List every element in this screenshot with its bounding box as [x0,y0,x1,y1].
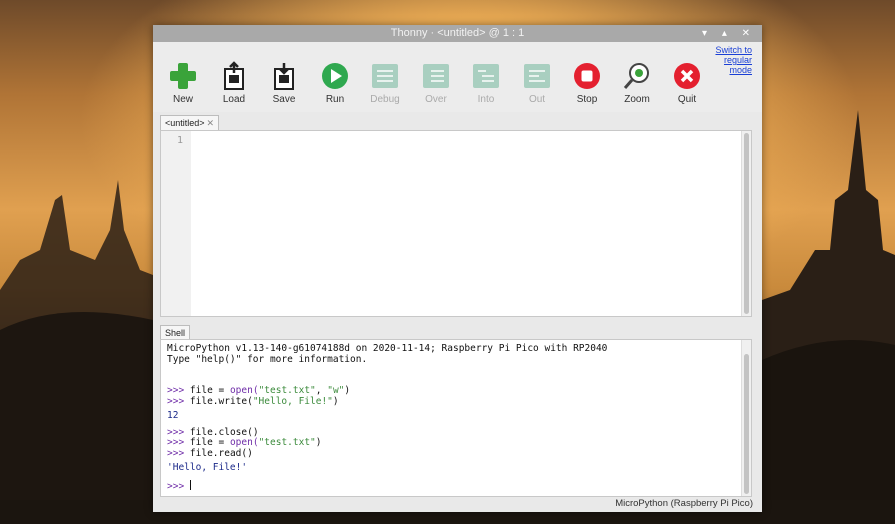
text-cursor [189,479,191,490]
shell-prompt: >>> [167,447,185,459]
load-icon [224,61,244,90]
new-label: New [172,94,193,105]
switch-line-1: Switch to [715,45,752,55]
quit-label: Quit [677,94,697,105]
step-out-button[interactable]: Out [512,47,562,109]
line-number: 1 [176,135,183,146]
editor-tab-bar: <untitled> ✕ [153,112,762,130]
zoom-icon [623,63,649,89]
close-tab-icon[interactable]: ✕ [207,118,215,128]
step-out-icon [524,64,550,88]
editor-scrollbar[interactable] [741,131,751,316]
new-file-icon [170,63,196,89]
debug-button[interactable]: Debug [360,47,410,109]
shell-banner-line: Type "help()" for more information. [167,353,368,365]
shell-console[interactable]: MicroPython v1.13-140-g61074188d on 2020… [160,339,752,497]
shell-command-line: >>> file.read() [167,447,253,459]
run-button[interactable]: Run [310,47,360,109]
step-over-button[interactable]: Over [411,47,461,109]
line-number-gutter: 1 [161,131,191,316]
quit-icon [674,63,700,89]
shell-command-line: >>> file.write("Hello, File!") [167,395,339,407]
step-over-label: Over [425,94,447,105]
run-label: Run [325,94,345,105]
switch-mode-link[interactable]: Switch to regular mode [702,45,752,75]
step-into-label: Into [477,94,495,105]
load-label: Load [222,94,246,105]
shell-prompt: >>> [167,385,185,396]
shell-prompt: >>> [167,480,185,492]
step-out-label: Out [528,94,546,105]
stop-button[interactable]: Stop [562,47,612,109]
title-bar[interactable]: Thonny · <untitled> @ 1 : 1 ▾ ▴ ✕ [153,25,762,42]
shell-prompt: >>> [167,426,185,438]
tab-untitled[interactable]: <untitled> ✕ [160,115,220,130]
shell-banner-line: MicroPython v1.13-140-g61074188d on 2020… [167,343,608,354]
stop-icon [574,63,600,89]
tab-label: <untitled> [165,118,205,128]
status-bar: MicroPython (Raspberry Pi Pico) [153,496,762,512]
zoom-button[interactable]: Zoom [612,47,662,109]
shell-scrollbar[interactable] [741,340,751,496]
step-into-button[interactable]: Into [461,47,511,109]
debug-icon [372,64,398,88]
shell-output-line: 12 [167,410,179,421]
shell-output-line: 'Hello, File!' [167,462,248,473]
save-label: Save [272,94,296,105]
toolbar: New Load Save Run Debug Over Into Out St… [153,42,762,112]
window-controls[interactable]: ▾ ▴ ✕ [702,25,756,42]
save-icon [274,63,294,90]
scrollbar-thumb[interactable] [744,133,749,314]
shell-input-line[interactable]: >>> [167,479,737,492]
switch-line-3: mode [729,65,752,75]
load-button[interactable]: Load [209,47,259,109]
interpreter-status[interactable]: MicroPython (Raspberry Pi Pico) [615,498,753,509]
debug-label: Debug [370,94,400,105]
zoom-label: Zoom [624,94,650,105]
shell-tab-label: Shell [165,328,186,338]
stop-label: Stop [576,94,598,105]
shell-prompt: >>> [167,437,185,448]
thonny-window: Thonny · <untitled> @ 1 : 1 ▾ ▴ ✕ New Lo… [153,25,762,512]
switch-line-2: regular [723,55,752,65]
save-button[interactable]: Save [259,47,309,109]
new-button[interactable]: New [158,47,208,109]
code-editor[interactable]: 1 [160,130,752,317]
step-into-icon [473,64,499,88]
step-over-icon [423,64,449,88]
shell-prompt: >>> [167,395,185,407]
window-title: Thonny · <untitled> @ 1 : 1 [390,27,525,39]
run-icon [322,63,348,89]
scrollbar-thumb[interactable] [744,354,749,494]
tab-shell[interactable]: Shell [160,325,191,340]
